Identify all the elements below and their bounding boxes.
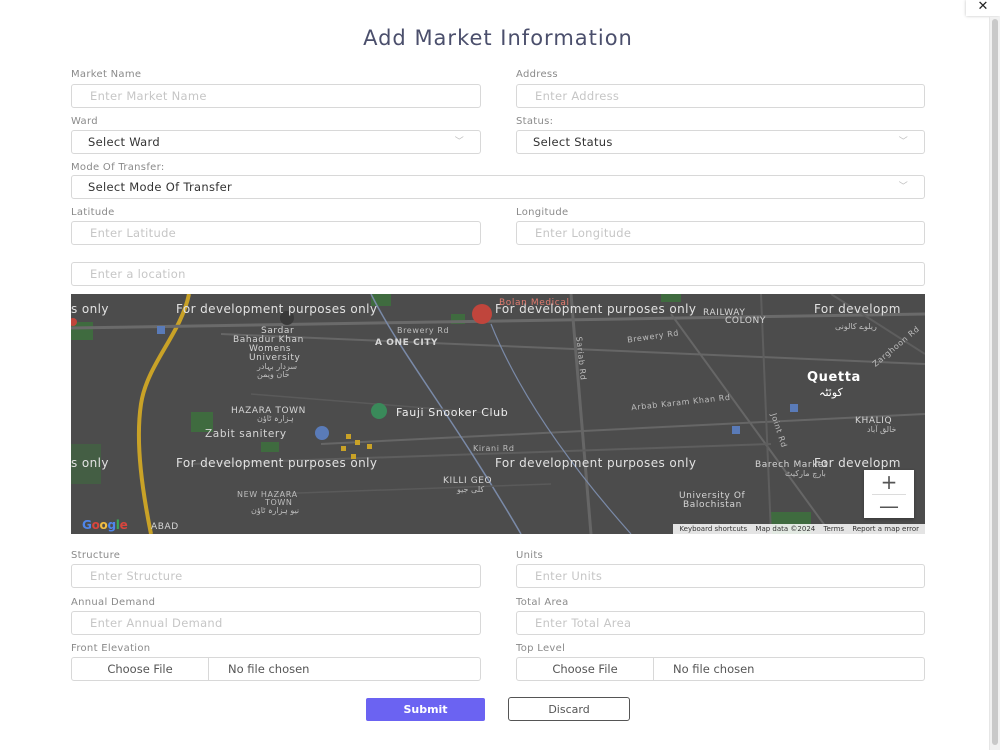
zoom-out-button[interactable]: — [864,494,914,518]
map-label: ABAD [151,522,179,532]
map-label: بارچ مارکیٹ [785,469,826,478]
longitude-input[interactable] [516,221,925,245]
map-label: نیو ہزارہ ٹاؤن [251,506,300,515]
top-level-label: Top Level [516,643,566,654]
map-label: خالق آباد [867,425,897,434]
map-attribution: Keyboard shortcuts Map data ©2024 Terms … [673,524,925,534]
annual-demand-label: Annual Demand [71,597,156,608]
map-label: ہزارہ ٹاؤن [257,414,294,423]
ward-select[interactable]: Select Ward ﹀ [71,130,481,154]
market-name-label: Market Name [71,69,142,80]
location-search-input[interactable] [71,262,925,286]
map-label: Bolan Medical [499,298,570,308]
dev-watermark: For developm [814,302,901,316]
total-area-input[interactable] [516,611,925,635]
map-label: Kirani Rd [473,444,515,453]
map-label: Quetta [807,370,861,385]
map-label: کلی جیو [457,485,485,494]
map-label: Brewery Rd [397,326,450,335]
choose-file-button[interactable]: Choose File [517,658,654,680]
ward-selected-value: Select Ward [88,135,160,149]
map-label: ریلوے کالونی [835,322,877,331]
dev-watermark: For development purposes only [176,302,378,316]
choose-file-button[interactable]: Choose File [72,658,209,680]
dev-watermark: For development purposes only [176,456,378,470]
chevron-down-icon: ﹀ [898,137,908,147]
status-selected-value: Select Status [533,135,613,149]
mode-of-transfer-label: Mode Of Transfer: [71,162,165,173]
annual-demand-input[interactable] [71,611,481,635]
total-area-label: Total Area [516,597,569,608]
scrollbar-thumb[interactable] [992,19,998,745]
ward-label: Ward [71,116,98,127]
discard-button[interactable]: Discard [508,697,630,721]
dev-watermark: For development purposes only [495,456,697,470]
dev-watermark: s only [71,456,109,470]
market-name-input[interactable] [71,84,481,108]
units-input[interactable] [516,564,925,588]
status-label: Status: [516,116,554,127]
front-elevation-label: Front Elevation [71,643,151,654]
map-data-text: Map data ©2024 [755,525,816,533]
zoom-in-button[interactable]: + [864,470,914,494]
status-select[interactable]: Select Status ﹀ [516,130,925,154]
vertical-scrollbar[interactable] [989,17,1000,750]
front-elevation-file-input[interactable]: Choose File No file chosen [71,657,481,681]
report-map-error-link[interactable]: Report a map error [852,525,919,533]
structure-label: Structure [71,550,121,561]
address-input[interactable] [516,84,925,108]
page-title: Add Market Information [363,26,633,50]
structure-input[interactable] [71,564,481,588]
file-status-text: No file chosen [673,662,755,676]
map-label: Fauji Snooker Club [396,406,509,419]
map-label: کوئٹہ [819,386,843,399]
close-icon[interactable]: ✕ [966,0,1000,16]
map-label: خان ویمن [257,370,290,379]
dev-watermark: s only [71,302,109,316]
map-zoom-control: + — [864,470,914,518]
chevron-down-icon: ﹀ [454,137,464,147]
map-label: Balochistan [683,500,742,510]
map-label: COLONY [725,316,766,326]
file-status-text: No file chosen [228,662,310,676]
zoom-divider [872,494,906,495]
latitude-input[interactable] [71,221,481,245]
mode-of-transfer-select[interactable]: Select Mode Of Transfer ﹀ [71,175,925,199]
terms-link[interactable]: Terms [823,525,844,533]
map-canvas[interactable]: s only For development purposes only For… [71,294,925,534]
latitude-label: Latitude [71,207,115,218]
longitude-label: Longitude [516,207,569,218]
mode-of-transfer-selected-value: Select Mode Of Transfer [88,180,233,194]
address-label: Address [516,69,558,80]
top-level-file-input[interactable]: Choose File No file chosen [516,657,925,681]
map-label: A ONE CITY [375,338,439,348]
submit-button[interactable]: Submit [366,698,485,721]
keyboard-shortcuts-link[interactable]: Keyboard shortcuts [679,525,747,533]
chevron-down-icon: ﹀ [898,182,908,192]
map-label: Zabit sanitery [205,428,287,440]
google-logo: Google [82,518,128,532]
units-label: Units [516,550,544,561]
